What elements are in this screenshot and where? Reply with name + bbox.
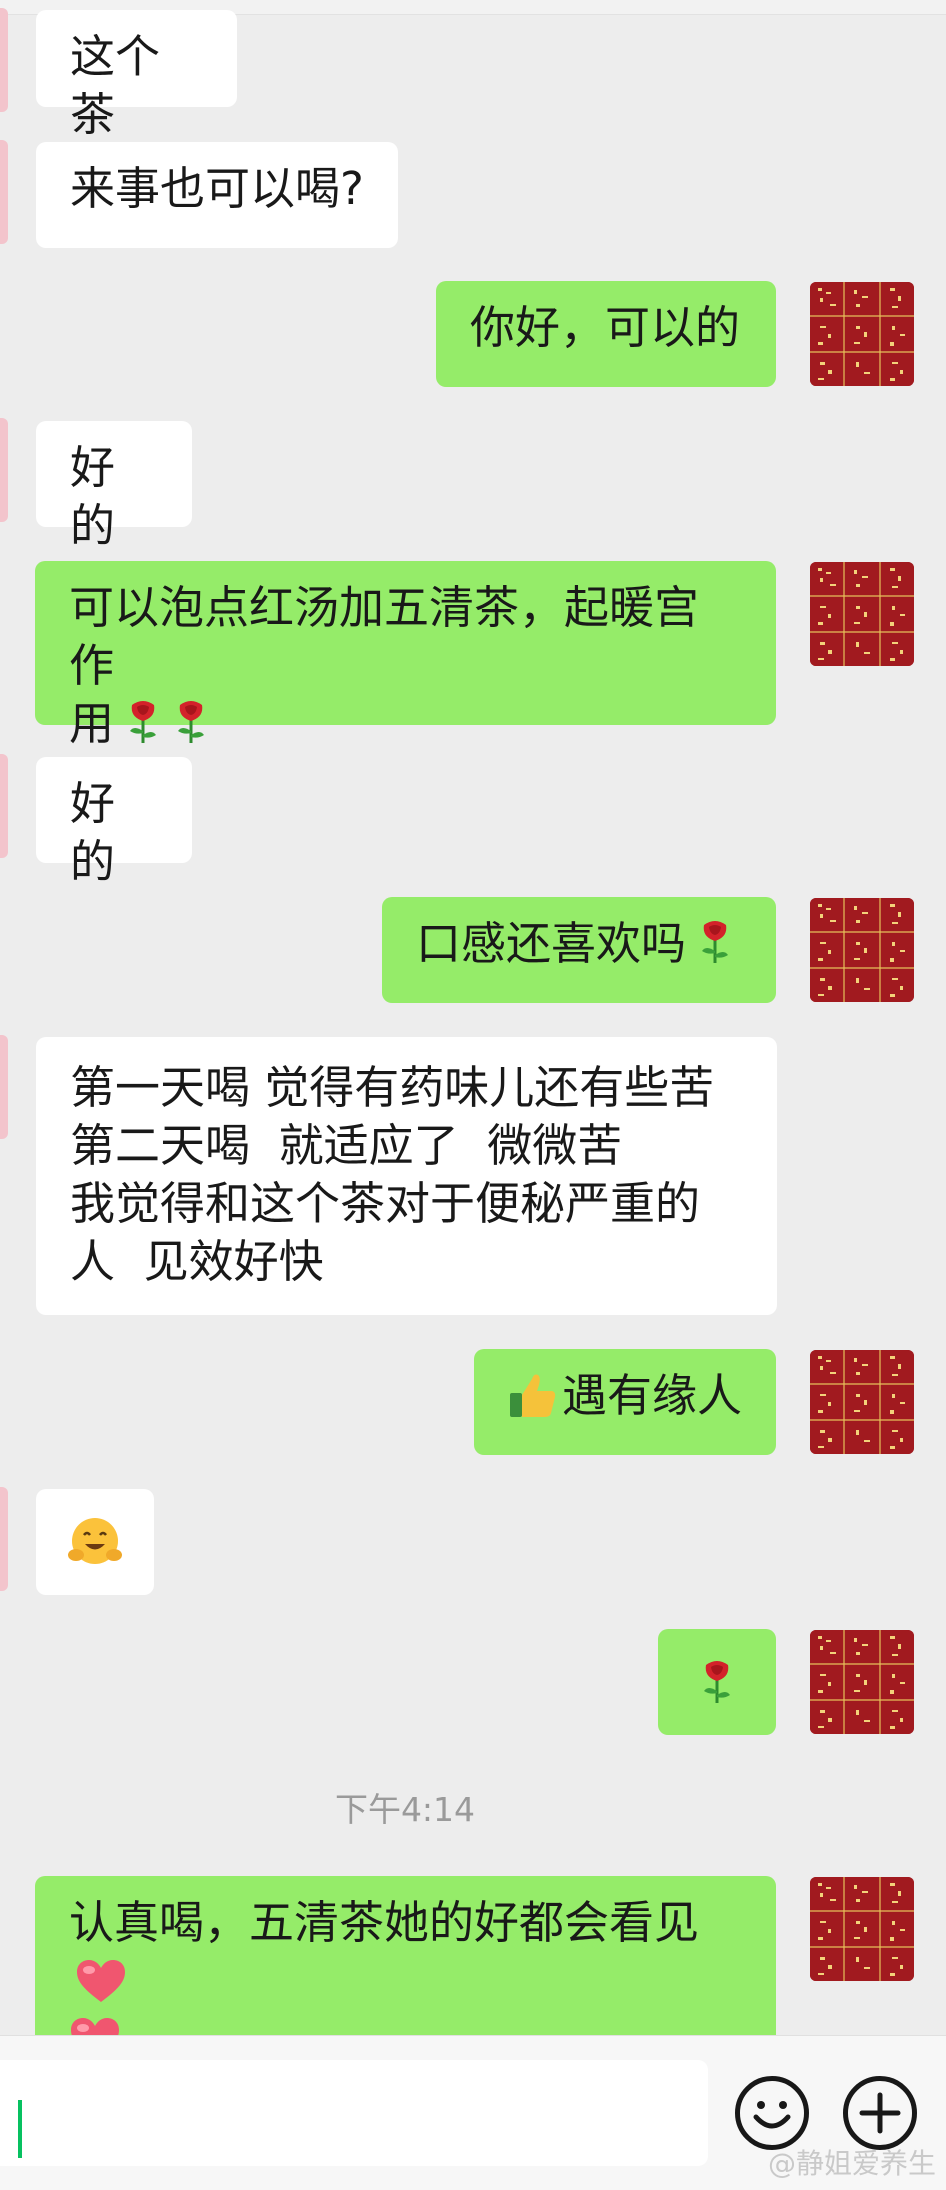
outgoing-message[interactable]: 可以泡点红汤加五清茶，起暖宫作 用 [35, 561, 776, 750]
incoming-message[interactable]: 好的 [36, 421, 192, 552]
message-line: 第二天喝 就适应了 微微苦 [70, 1119, 623, 1172]
my-avatar[interactable] [810, 1350, 914, 1454]
message-line: 我觉得和这个茶对于便秘严重的 [70, 1177, 701, 1230]
heart-emoji [69, 2016, 121, 2035]
timestamp: 下午4:14 [334, 1790, 476, 1829]
outgoing-message[interactable]: 口感还喜欢吗 [382, 897, 776, 1003]
contact-avatar[interactable] [0, 8, 8, 112]
contact-avatar[interactable] [0, 754, 8, 858]
my-avatar[interactable] [810, 1877, 914, 1981]
contact-avatar[interactable] [0, 1487, 8, 1591]
plus-icon [859, 2092, 901, 2134]
incoming-message[interactable]: 好的 [36, 757, 192, 888]
hug-face-emoji [68, 1515, 122, 1569]
outgoing-message[interactable]: 遇有缘人 [474, 1349, 776, 1455]
message-line: 第一天喝 觉得有药味儿还有些苦 [70, 1061, 715, 1114]
incoming-message[interactable]: 这个茶 [36, 10, 237, 141]
input-bar: @静姐爱养生 [0, 2035, 946, 2190]
message-text: 遇有缘人 [562, 1369, 743, 1422]
heart-emoji [75, 1958, 127, 2004]
outgoing-message[interactable] [658, 1629, 776, 1735]
rose-emoji [698, 1659, 736, 1705]
rose-emoji [696, 919, 734, 965]
plus-button[interactable] [843, 2076, 917, 2150]
my-avatar[interactable] [810, 1630, 914, 1734]
contact-avatar[interactable] [0, 140, 8, 244]
message-text: 认真喝，五清茶她的好都会看见 [69, 1896, 700, 1949]
rose-emoji [124, 699, 162, 745]
message-input[interactable] [0, 2060, 708, 2166]
message-line: 人 见效好快 [70, 1235, 324, 1288]
emoji-button[interactable] [735, 2076, 809, 2150]
my-avatar[interactable] [810, 898, 914, 1002]
watermark: @静姐爱养生 [767, 2147, 936, 2180]
outgoing-message[interactable]: 认真喝，五清茶她的好都会看见 [35, 1876, 776, 2035]
my-avatar[interactable] [810, 282, 914, 386]
outgoing-message[interactable]: 你好，可以的 [436, 281, 776, 387]
contact-avatar[interactable] [0, 1035, 8, 1139]
contact-avatar[interactable] [0, 418, 8, 522]
message-text: 这个茶 [70, 30, 161, 141]
message-text: 你好，可以的 [470, 301, 741, 354]
thumbs-up-emoji [508, 1369, 558, 1419]
incoming-message[interactable]: 第一天喝 觉得有药味儿还有些苦 第二天喝 就适应了 微微苦 我觉得和这个茶对于便… [36, 1037, 777, 1315]
smiley-icon [753, 2101, 791, 2129]
incoming-message[interactable]: 来事也可以喝? [36, 142, 398, 248]
incoming-message[interactable] [36, 1489, 154, 1595]
rose-emoji [172, 699, 210, 745]
my-avatar[interactable] [810, 562, 914, 666]
message-text: 可以泡点红汤加五清茶，起暖宫作 [69, 581, 700, 692]
message-text: 口感还喜欢吗 [416, 917, 687, 970]
chat-area[interactable]: 这个茶 来事也可以喝? 你好，可以的 好的 可以泡点红汤加五清茶，起暖宫作 用 … [0, 0, 946, 2035]
message-text: 好的 [70, 777, 116, 888]
text-caret [18, 2100, 22, 2158]
message-text: 来事也可以喝? [70, 162, 364, 215]
message-text-line2: 用 [69, 697, 115, 750]
message-text: 好的 [70, 441, 116, 552]
